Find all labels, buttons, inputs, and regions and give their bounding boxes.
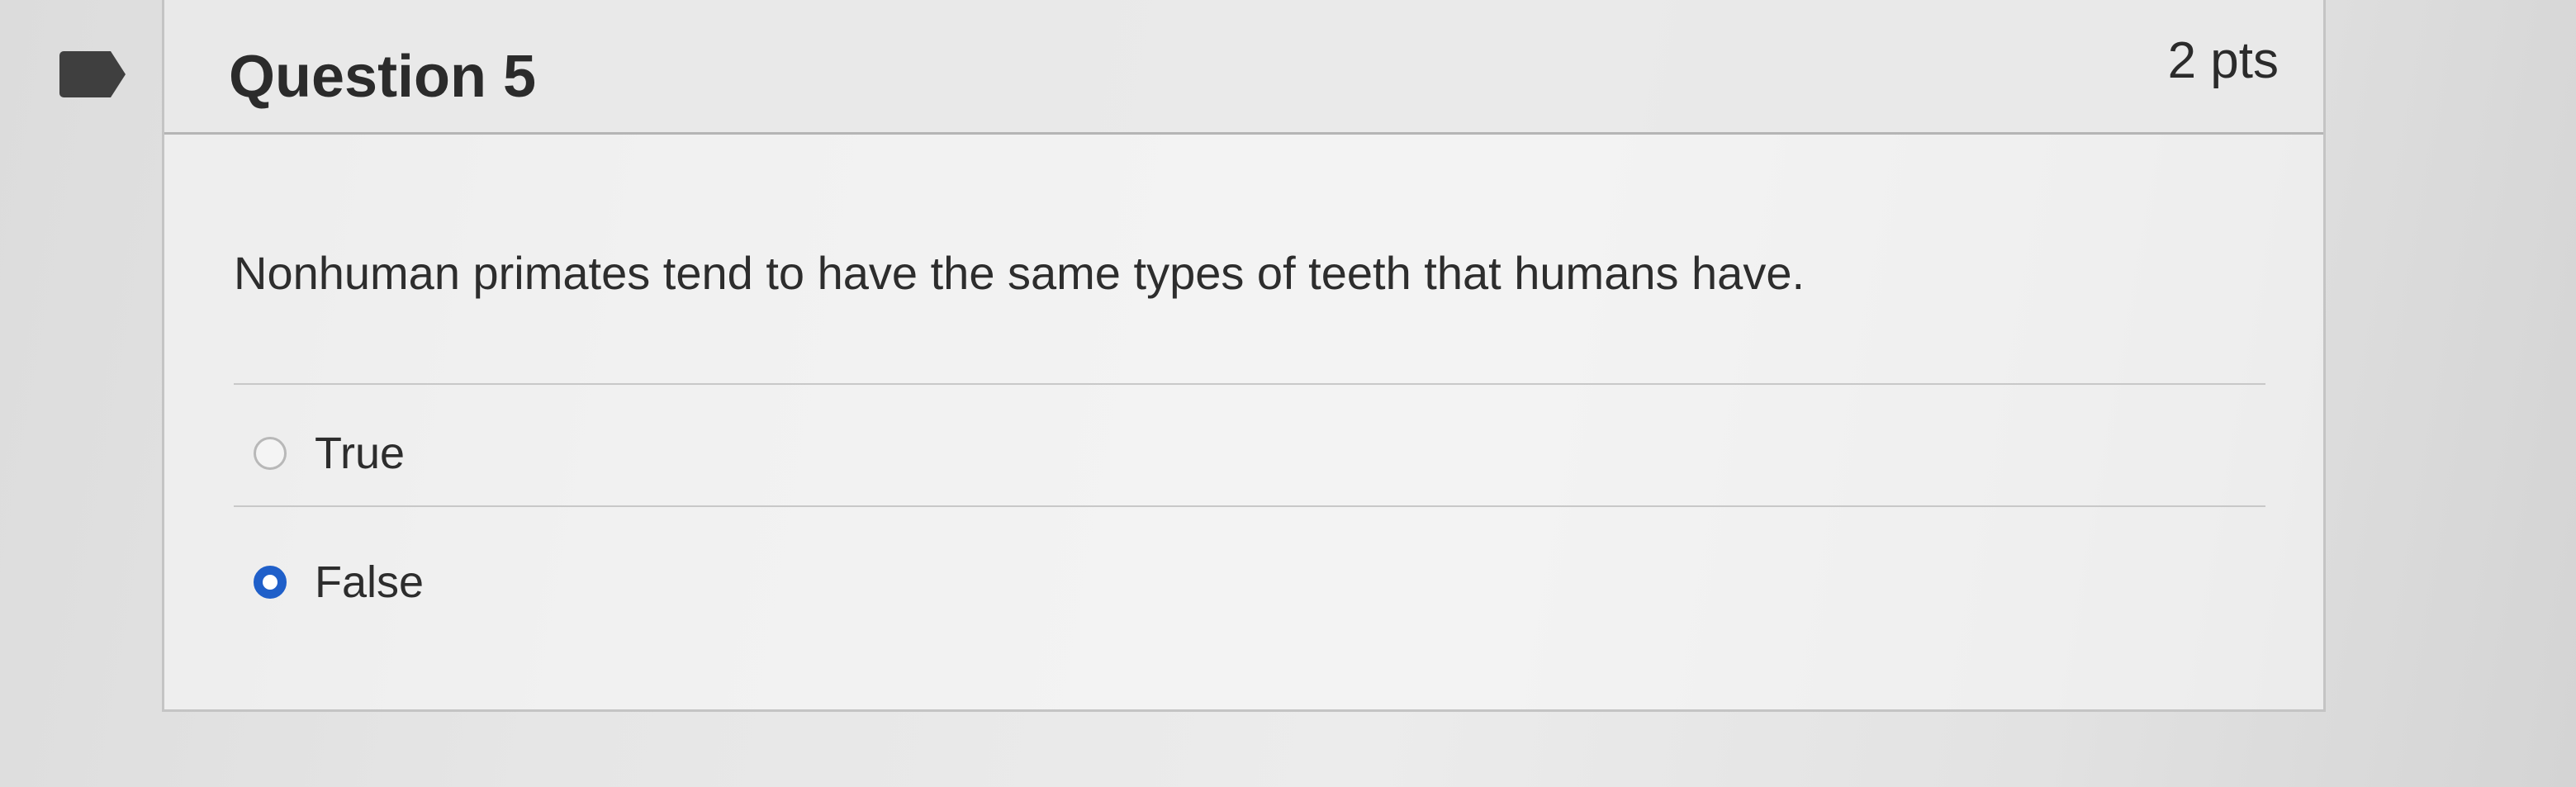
answer-option-false[interactable]: False: [254, 557, 424, 608]
divider: [234, 505, 2265, 507]
radio-button-unselected[interactable]: [254, 437, 287, 470]
question-title: Question 5: [229, 44, 537, 110]
answer-label: False: [315, 557, 425, 607]
divider: [234, 383, 2265, 385]
radio-button-selected[interactable]: [254, 566, 287, 599]
answer-label: True: [315, 429, 406, 478]
flag-body: [59, 51, 111, 97]
question-card: Question 5 2 pts Nonhuman primates tend …: [162, 0, 2326, 712]
question-points: 2 pts: [2167, 32, 2279, 89]
question-header: Question 5 2 pts: [164, 0, 2323, 135]
answer-option-true[interactable]: True: [254, 428, 405, 479]
flag-tip: [111, 51, 126, 97]
question-text: Nonhuman primates tend to have the same …: [234, 247, 1805, 299]
